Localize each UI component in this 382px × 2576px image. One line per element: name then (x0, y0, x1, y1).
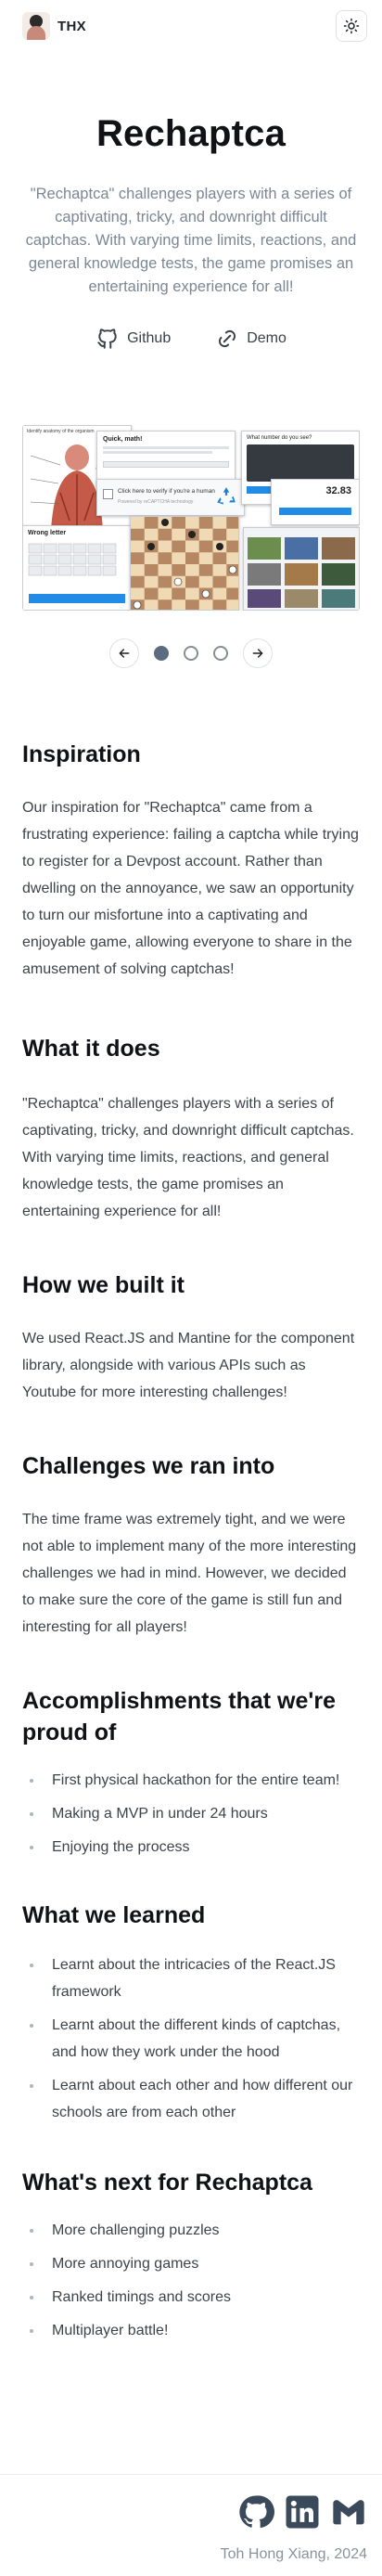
list-item: Learnt about the intricacies of the Reac… (22, 1951, 360, 2005)
carousel-dot-2[interactable] (184, 646, 198, 661)
theme-toggle-button[interactable] (336, 10, 367, 42)
inspiration-heading: Inspiration (22, 741, 141, 767)
list-item: First physical hackathon for the entire … (22, 1767, 360, 1794)
list-item: Ranked timings and scores (22, 2284, 360, 2311)
photo-grid-screenshot (243, 527, 360, 611)
list-item: Learnt about the different kinds of capt… (22, 2012, 360, 2066)
wrong-letter-screenshot: Wrong letter (22, 525, 132, 611)
accomplishments-heading: Accomplishments that we're proud of (22, 1688, 336, 1745)
how-built-heading: How we built it (22, 1272, 185, 1298)
list-item: Learnt about each other and how differen… (22, 2072, 360, 2126)
captcha-checkbox-subtext: Powered by reCAPTCHA technology (118, 499, 194, 505)
arrow-left-icon (119, 649, 130, 658)
score-screenshot: 32.83 (271, 479, 360, 525)
carousel-dot-1[interactable] (154, 646, 169, 661)
accomplishments-list: First physical hackathon for the entire … (22, 1767, 360, 1861)
learned-heading: What we learned (22, 1902, 206, 1928)
project-content: Inspiration Our inspiration for "Rechapt… (0, 739, 382, 2344)
list-item: More annoying games (22, 2250, 360, 2277)
score-value: 32.83 (325, 485, 351, 496)
list-item: Multiplayer battle! (22, 2317, 360, 2344)
captcha-checkbox-screenshot: Click here to verify if you're a human P… (96, 479, 245, 516)
what-it-does-heading: What it does (22, 1036, 160, 1062)
avatar (22, 12, 50, 40)
quick-math-title: Quick, math! (103, 436, 143, 443)
social-links (0, 2475, 382, 2535)
linkedin-icon (286, 2495, 319, 2529)
challenges-text: The time frame was extremely tight, and … (22, 1512, 357, 1635)
chess-screenshot (130, 516, 239, 611)
video-title: What number do you see? (247, 435, 312, 441)
github-footer-link[interactable] (237, 2493, 274, 2535)
carousel-controls (0, 638, 382, 668)
recycle-icon (217, 487, 236, 505)
footer: Toh Hong Xiang, 2024 (0, 2474, 382, 2563)
linkedin-footer-link[interactable] (284, 2493, 321, 2535)
list-item: Enjoying the process (22, 1834, 360, 1861)
how-built-text: We used React.JS and Mantine for the com… (22, 1331, 355, 1400)
captcha-checkbox-text: Click here to verify if you're a human (118, 488, 215, 495)
footer-credit: Toh Hong Xiang, 2024 (220, 2546, 367, 2562)
demo-link[interactable]: Demo (215, 327, 286, 351)
sun-icon (343, 18, 360, 34)
hero: Rechaptca "Rechaptca" challenges players… (0, 52, 382, 351)
list-item: More challenging puzzles (22, 2217, 360, 2244)
hero-description: "Rechaptca" challenges players with a se… (25, 186, 357, 295)
next-list: More challenging puzzles More annoying g… (22, 2217, 360, 2344)
inspiration-text: Our inspiration for "Rechaptca" came fro… (22, 800, 359, 977)
screenshot-carousel[interactable]: Identify anatomy of the organism Wrong l… (22, 425, 360, 611)
challenges-heading: Challenges we ran into (22, 1453, 275, 1479)
what-it-does-text: "Rechaptca" challenges players with a se… (22, 1096, 354, 1219)
carousel-prev-button[interactable] (109, 638, 139, 668)
carousel-dot-3[interactable] (213, 646, 228, 661)
project-links: Github Demo (20, 327, 362, 351)
github-link-label: Github (127, 330, 172, 346)
gmail-icon (333, 2500, 364, 2525)
page-title: Rechaptca (96, 113, 286, 154)
next-heading: What's next for Rechaptca (22, 2170, 312, 2196)
carousel-next-button[interactable] (243, 638, 273, 668)
list-item: Making a MVP in under 24 hours (22, 1800, 360, 1827)
brand-name: THX (57, 18, 86, 34)
arrow-right-icon (252, 649, 263, 658)
header: THX (0, 0, 382, 52)
github-icon (239, 2495, 274, 2529)
link-icon (219, 329, 236, 348)
learned-list: Learnt about the intricacies of the Reac… (22, 1951, 360, 2126)
gmail-footer-link[interactable] (330, 2493, 367, 2535)
github-icon (97, 328, 117, 349)
wrong-letter-title: Wrong letter (28, 530, 67, 536)
brand[interactable]: THX (22, 12, 86, 40)
demo-link-label: Demo (247, 330, 286, 346)
github-link[interactable]: Github (96, 327, 171, 351)
